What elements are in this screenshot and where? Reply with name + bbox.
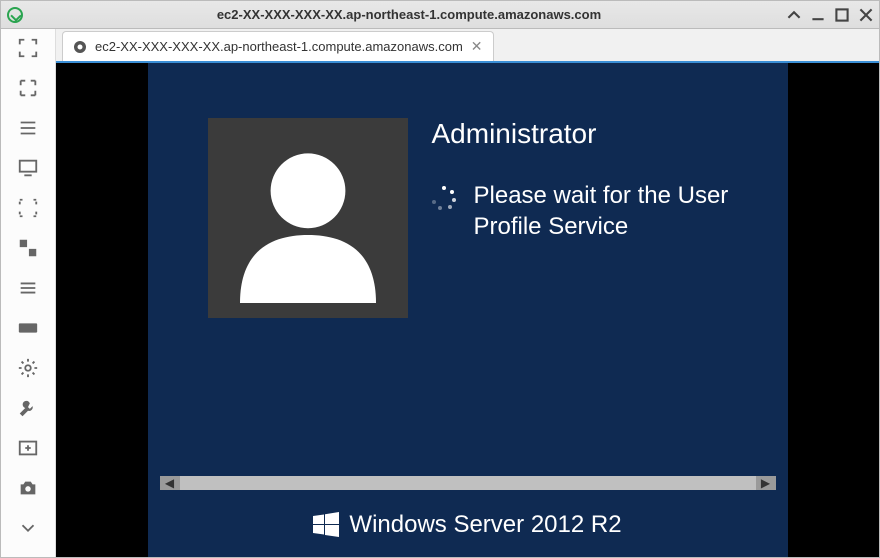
tab-label: ec2-XX-XXX-XXX-XX.ap-northeast-1.compute…	[95, 39, 463, 54]
connection-tab[interactable]: ec2-XX-XXX-XXX-XX.ap-northeast-1.compute…	[62, 31, 494, 61]
os-branding: Windows Server 2012 R2	[148, 511, 788, 539]
tools-wrench-icon[interactable]	[17, 397, 39, 419]
maximize-button[interactable]	[835, 8, 849, 22]
tab-close-icon[interactable]: ✕	[471, 38, 483, 55]
window-controls	[787, 8, 873, 22]
main-area: ec2-XX-XXX-XXX-XX.ap-northeast-1.compute…	[56, 29, 879, 557]
sidebar-toolbar	[1, 29, 56, 557]
close-button[interactable]	[859, 8, 873, 22]
window-title: ec2-XX-XXX-XXX-XX.ap-northeast-1.compute…	[31, 7, 787, 22]
status-message: Please wait for the User Profile Service	[474, 180, 774, 242]
status-row: Please wait for the User Profile Service	[432, 180, 774, 242]
login-area: Administrator Please	[208, 118, 774, 318]
add-window-icon[interactable]	[17, 437, 39, 459]
brand-suffix: R2	[591, 511, 622, 538]
settings-gear-icon[interactable]	[17, 357, 39, 379]
chevron-down-icon[interactable]	[17, 517, 39, 539]
user-avatar	[208, 118, 408, 318]
lines-icon[interactable]	[17, 277, 39, 299]
app-logo-icon	[7, 7, 23, 23]
login-text: Administrator Please	[432, 118, 774, 318]
brand-product: Windows Server	[349, 511, 524, 538]
app-window: ec2-XX-XXX-XXX-XX.ap-northeast-1.compute…	[0, 0, 880, 558]
scale-icon[interactable]	[17, 237, 39, 259]
username-label: Administrator	[432, 118, 774, 150]
fit-window-icon[interactable]	[17, 197, 39, 219]
horizontal-scrollbar[interactable]: ◀ ▶	[148, 474, 788, 492]
fullscreen-expand-icon[interactable]	[17, 77, 39, 99]
tab-bar: ec2-XX-XXX-XXX-XX.ap-northeast-1.compute…	[56, 29, 879, 63]
body-area: ec2-XX-XXX-XXX-XX.ap-northeast-1.compute…	[1, 29, 879, 557]
scroll-left-button[interactable]: ◀	[160, 476, 180, 490]
minimize-button[interactable]	[811, 8, 825, 22]
loading-spinner-icon	[432, 186, 456, 210]
keyboard-icon[interactable]	[17, 317, 39, 339]
monitor-icon[interactable]	[17, 157, 39, 179]
titlebar: ec2-XX-XXX-XXX-XX.ap-northeast-1.compute…	[1, 1, 879, 29]
windows-logo-icon	[313, 512, 339, 538]
list-icon[interactable]	[17, 117, 39, 139]
chevron-up-icon[interactable]	[787, 8, 801, 22]
brand-year: 2012	[531, 511, 584, 538]
remote-screen[interactable]: Administrator Please	[148, 63, 788, 557]
scroll-track[interactable]	[180, 476, 756, 490]
os-brand-text: Windows Server 2012 R2	[349, 511, 621, 539]
tab-favicon-icon	[73, 40, 87, 54]
camera-icon[interactable]	[17, 477, 39, 499]
scroll-right-button[interactable]: ▶	[756, 476, 776, 490]
fullscreen-corners-icon[interactable]	[17, 37, 39, 59]
remote-viewport: Administrator Please	[56, 63, 879, 557]
